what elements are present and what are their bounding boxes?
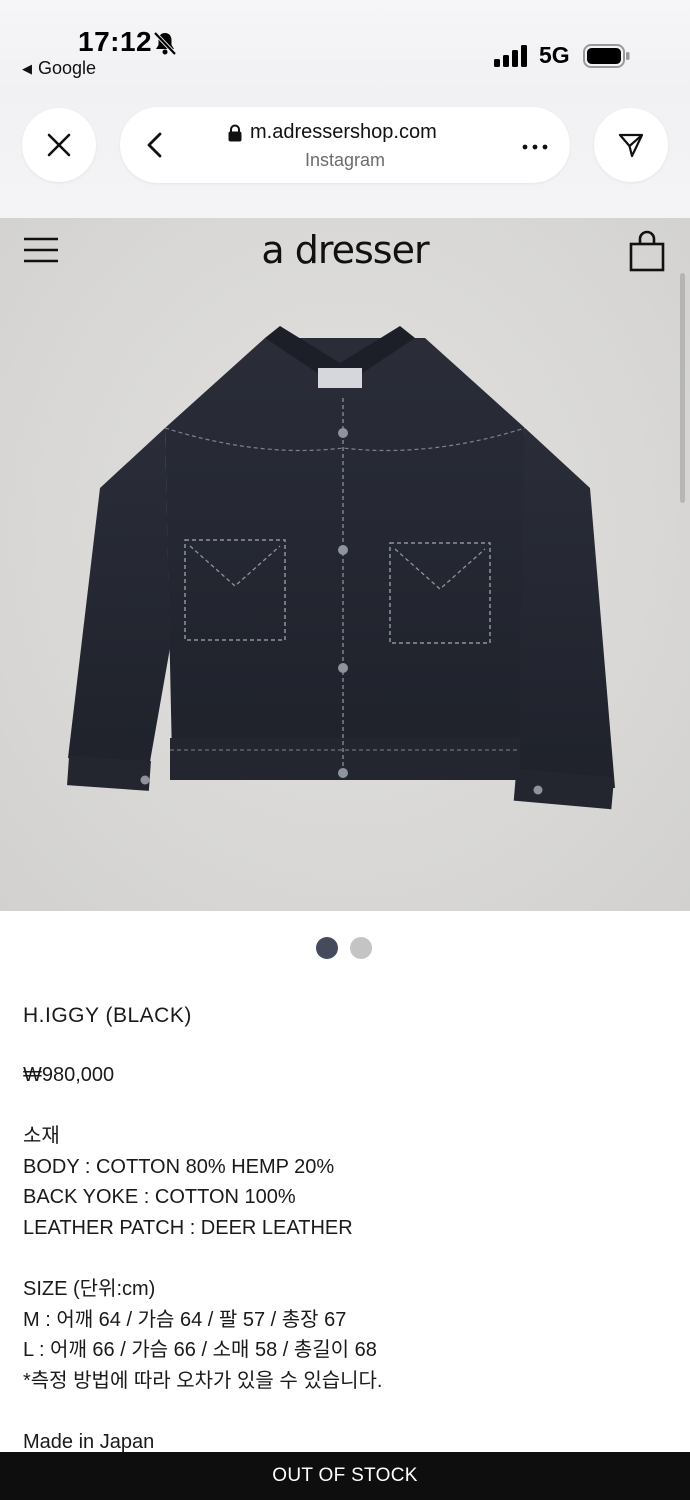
bell-off-icon: [153, 31, 177, 56]
url-text: m.adressershop.com: [250, 121, 437, 143]
product-price: ₩980,000: [23, 1064, 115, 1086]
gallery-pager: [316, 937, 372, 959]
back-to-app-link[interactable]: ◀ Google: [22, 58, 96, 79]
product-image: [67, 326, 615, 810]
battery-icon: [583, 44, 630, 68]
share-button[interactable]: [594, 108, 668, 182]
close-button[interactable]: [22, 108, 96, 182]
back-app-label: Google: [38, 58, 97, 78]
share-icon: [618, 133, 644, 158]
size-line: M : 어깨 64 / 가슴 64 / 팔 57 / 총장 67: [23, 1308, 347, 1331]
lock-icon: [228, 124, 242, 141]
out-of-stock-button[interactable]: OUT OF STOCK: [0, 1452, 690, 1500]
browser-toolbar: m.adressershop.com Instagram: [0, 90, 690, 218]
signal-icon: [494, 45, 527, 67]
url-subtitle: Instagram: [304, 150, 386, 170]
close-icon: [47, 133, 71, 157]
url-display: m.adressershop.com: [228, 121, 437, 144]
size-heading: SIZE (단위:cm): [23, 1277, 156, 1300]
size-line: L : 어깨 66 / 가슴 66 / 소매 58 / 총길이 68: [23, 1339, 377, 1362]
shopping-bag-icon[interactable]: [628, 230, 666, 272]
pager-dot-2[interactable]: [350, 937, 372, 959]
network-label: 5G: [539, 42, 570, 68]
out-of-stock-label: OUT OF STOCK: [272, 1465, 418, 1486]
product-description: 소재 BODY : COTTON 80% HEMP 20% BACK YOKE …: [23, 1121, 663, 1457]
more-icon[interactable]: [520, 143, 550, 151]
material-heading: 소재: [23, 1125, 60, 1147]
page: 17:12 ◀ Google 5G m.adressershop.com Ins…: [0, 0, 690, 1500]
material-line: BODY : COTTON 80% HEMP 20%: [23, 1155, 335, 1178]
status-bar: 17:12 ◀ Google 5G: [0, 0, 690, 90]
brand-logo[interactable]: a dresser: [0, 228, 690, 272]
product-info: H.IGGY (BLACK) ₩980,000 소재 BODY : COTTON…: [23, 1004, 663, 1457]
scrollbar[interactable]: [680, 273, 685, 503]
pager-dot-1[interactable]: [316, 937, 338, 959]
address-bar[interactable]: m.adressershop.com Instagram: [120, 107, 570, 183]
product-name: H.IGGY (BLACK): [23, 1004, 192, 1027]
status-time: 17:12: [78, 26, 153, 57]
size-note: *측정 방법에 따라 오차가 있을 수 있습니다.: [23, 1369, 383, 1392]
back-triangle-icon: ◀: [22, 60, 32, 76]
material-line: BACK YOKE : COTTON 100%: [23, 1186, 296, 1209]
product-gallery[interactable]: a dresser: [0, 218, 690, 911]
material-line: LEATHER PATCH : DEER LEATHER: [23, 1217, 353, 1240]
